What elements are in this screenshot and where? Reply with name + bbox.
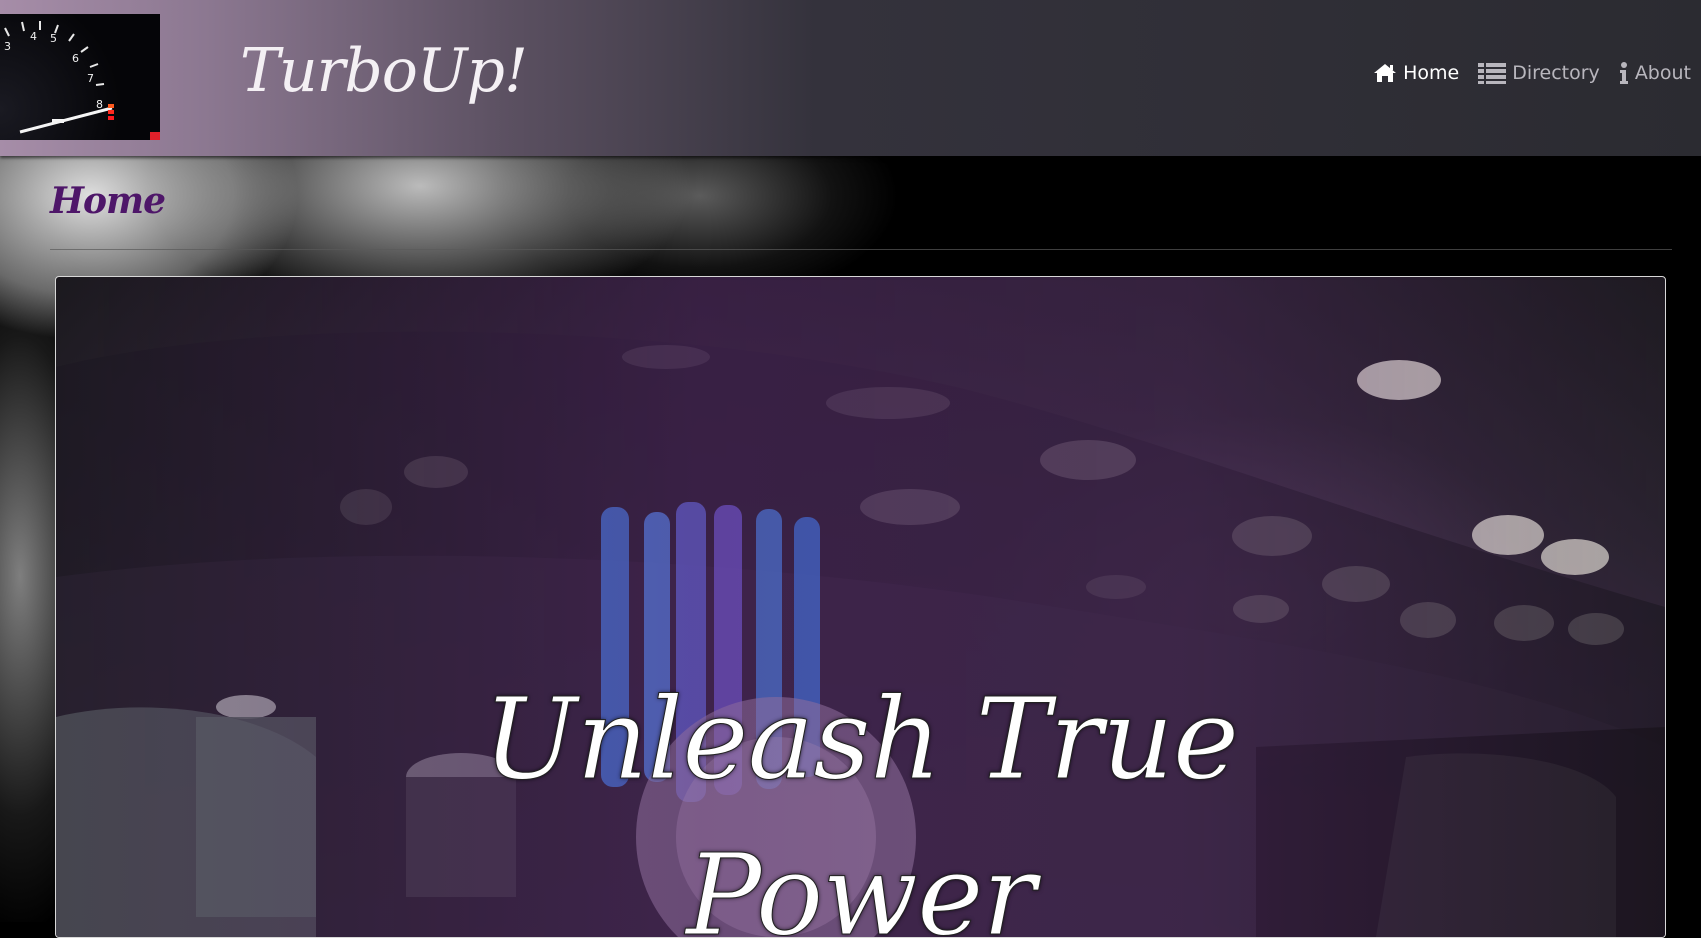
home-icon — [1373, 63, 1397, 83]
page-heading: Home — [50, 180, 166, 222]
svg-text:7: 7 — [87, 72, 94, 85]
tachometer-logo[interactable]: 3 4 5 6 7 8 — [0, 14, 160, 140]
nav-label-about: About — [1634, 62, 1691, 84]
svg-text:4: 4 — [30, 30, 37, 43]
svg-text:8: 8 — [96, 98, 103, 111]
nav-item-about[interactable]: About — [1619, 62, 1691, 84]
nav-label-home: Home — [1403, 62, 1460, 84]
svg-text:6: 6 — [72, 52, 79, 65]
hero-title: Unleash True Power — [482, 675, 1239, 938]
list-icon — [1478, 62, 1507, 84]
tachometer-icon: 3 4 5 6 7 8 — [0, 14, 160, 140]
svg-text:5: 5 — [50, 32, 57, 45]
nav-item-directory[interactable]: Directory — [1478, 62, 1600, 84]
heading-divider — [50, 249, 1672, 250]
navbar: 3 4 5 6 7 8 TurboUp! Home Directory Abou… — [0, 0, 1701, 156]
info-icon — [1619, 62, 1629, 84]
svg-text:3: 3 — [4, 40, 11, 53]
nav-item-home[interactable]: Home — [1373, 62, 1459, 84]
main-nav: Home Directory About — [1373, 62, 1691, 84]
nav-label-directory: Directory — [1512, 62, 1600, 84]
hero-card: Unleash True Power — [55, 276, 1666, 938]
brand-title[interactable]: TurboUp! — [240, 36, 528, 106]
